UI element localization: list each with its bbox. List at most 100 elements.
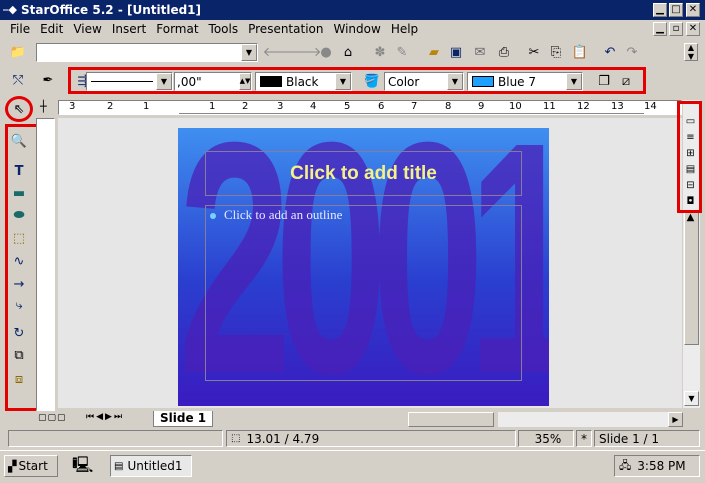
status-page: Slide 1 / 1 [594,430,700,447]
menu-edit[interactable]: Edit [40,22,63,36]
rotate-tool-icon[interactable]: ↻ [8,322,30,344]
stop-icon[interactable]: ● [316,42,336,62]
handout-view-icon[interactable]: ⊟ [684,178,697,194]
task-untitled1[interactable]: ▤ Untitled1 [110,455,192,477]
menu-insert[interactable]: Insert [112,22,146,36]
paste-icon[interactable]: 📋 [570,42,590,62]
layer-mode-icons[interactable]: ▢▢▢ [38,413,67,423]
notes-view-icon[interactable]: ▤ [684,162,697,178]
area-style-dropdown-icon[interactable]: ▼ [447,73,463,90]
system-tray: 🖧 3:58 PM [614,455,700,477]
area-fill-icon[interactable]: 🪣 [362,71,382,91]
transparency-icon[interactable]: ⧄ [616,71,636,91]
menu-window[interactable]: Window [333,22,380,36]
3d-object-icon[interactable]: ⬚ [8,227,30,249]
tab-navigation-icons[interactable]: ⏮◀▶⏭ [86,412,124,422]
line-width-spinner-icon[interactable]: ▲▼ [239,73,251,90]
doc-close-button[interactable]: ✕ [686,22,700,36]
ruler-label: 3 [69,101,76,112]
app-icon[interactable]: ⎯◆ [3,3,17,17]
line-tool-icon[interactable]: → [8,273,30,295]
rectangle-tool-icon[interactable]: ▬ [8,182,30,204]
vertical-scroll-thumb[interactable] [684,210,699,345]
menu-presentation[interactable]: Presentation [248,22,323,36]
menu-view[interactable]: View [73,22,101,36]
toolbar-scroll-icon[interactable]: ▲ ▼ [684,43,698,61]
area-fill-select[interactable]: Blue 7 ▼ [467,72,583,91]
alignment-icon[interactable]: ⧉ [8,344,30,366]
line-end-icon[interactable]: ✒ [38,70,58,90]
line-color-swatch [260,76,282,87]
home-icon[interactable]: ⌂ [338,42,358,62]
slideshow-icon[interactable]: ◘ [684,194,697,210]
zoom-icon[interactable]: 🔍 [8,130,30,152]
line-style-select[interactable]: ▼ [86,72,173,91]
area-fill-label: Blue 7 [498,74,537,89]
line-style-dropdown-icon[interactable]: ▼ [156,73,172,90]
slide-canvas[interactable]: 2001 Click to add title Click to add an … [178,128,549,406]
area-fill-dropdown-icon[interactable]: ▼ [566,73,582,90]
drawing-view-icon[interactable]: ▭ [684,114,697,130]
window-title: StarOffice 5.2 - [Untitled1] [20,3,202,17]
title-placeholder[interactable]: Click to add title [205,151,522,196]
quick-launch-icon[interactable]: 🖳 [72,454,93,481]
minimize-button[interactable]: ▁ [653,3,667,17]
area-fill-swatch [472,76,494,87]
status-zoom[interactable]: 35% [518,430,574,447]
scroll-down-icon[interactable]: ▼ [684,391,699,406]
task-label: Untitled1 [127,459,183,473]
ruler-origin-icon[interactable]: ┼ [40,100,47,113]
menu-tools[interactable]: Tools [209,22,239,36]
doc-minimize-button[interactable]: ▁ [653,22,667,36]
edit-icon[interactable]: ✎ [392,42,412,62]
menu-file[interactable]: File [10,22,30,36]
line-color-select[interactable]: Black ▼ [255,72,352,91]
url-dropdown-icon[interactable]: ▼ [241,44,257,61]
select-arrow-icon[interactable]: ⇖ [8,98,30,120]
save-icon[interactable]: ▣ [446,42,466,62]
search-icon[interactable]: ✽ [370,42,390,62]
title-bar: ⎯◆ StarOffice 5.2 - [Untitled1] [0,0,705,20]
close-button[interactable]: ✕ [686,3,700,17]
start-button[interactable]: ▞ Start [4,455,58,477]
line-width-field[interactable]: ,00" ▲▼ [174,72,252,91]
points-icon[interactable]: ⤲ [8,70,28,90]
horizontal-scroll-thumb[interactable] [408,412,494,427]
ellipse-tool-icon[interactable]: ⬬ [8,204,30,226]
forward-icon[interactable]: 🡒 [287,42,322,62]
url-field[interactable]: ▼ [36,43,258,62]
scroll-up-icon[interactable]: ▲ [684,210,697,226]
network-icon[interactable]: 🖧 [619,457,631,476]
ruler-label: 1 [209,101,216,112]
tab-slide-1[interactable]: Slide 1 [153,411,213,427]
curve-tool-icon[interactable]: ∿ [8,250,30,272]
scroll-right-icon[interactable]: ▶ [668,412,683,427]
doc-restore-button[interactable]: ▫ [669,22,683,36]
connector-tool-icon[interactable]: ⤷ [8,294,30,316]
mail-icon[interactable]: ✉ [470,42,490,62]
copy-icon[interactable]: ⎘ [546,42,566,62]
horizontal-ruler: 3 2 1 1 2 3 4 5 6 7 8 9 10 11 12 13 14 [58,100,682,115]
start-label: Start [18,459,48,473]
cut-icon[interactable]: ✂ [524,42,544,62]
maximize-button[interactable]: □ [669,3,683,17]
text-tool-icon[interactable]: T [8,160,30,182]
area-style-select[interactable]: Color ▼ [384,72,464,91]
outline-placeholder[interactable]: Click to add an outline [205,205,522,381]
tab-slide-1-label: Slide 1 [160,411,207,425]
horizontal-scrollbar[interactable] [498,412,668,427]
line-style-preview [91,81,153,82]
redo-icon[interactable]: ↷ [622,42,642,62]
undo-icon[interactable]: ↶ [600,42,620,62]
line-color-dropdown-icon[interactable]: ▼ [335,73,351,90]
arrange-icon[interactable]: ⧈ [8,368,30,390]
ruler-label: 2 [242,101,249,112]
menu-help[interactable]: Help [391,22,418,36]
open-icon[interactable]: ▰ [424,42,444,62]
outline-view-icon[interactable]: ≡ [684,130,697,146]
edit-file-icon[interactable]: 📁 [8,42,28,62]
shadow-icon[interactable]: ❐ [594,71,614,91]
print-icon[interactable]: ⎙ [494,42,514,62]
slide-view-icon[interactable]: ⊞ [684,146,697,162]
menu-format[interactable]: Format [156,22,198,36]
